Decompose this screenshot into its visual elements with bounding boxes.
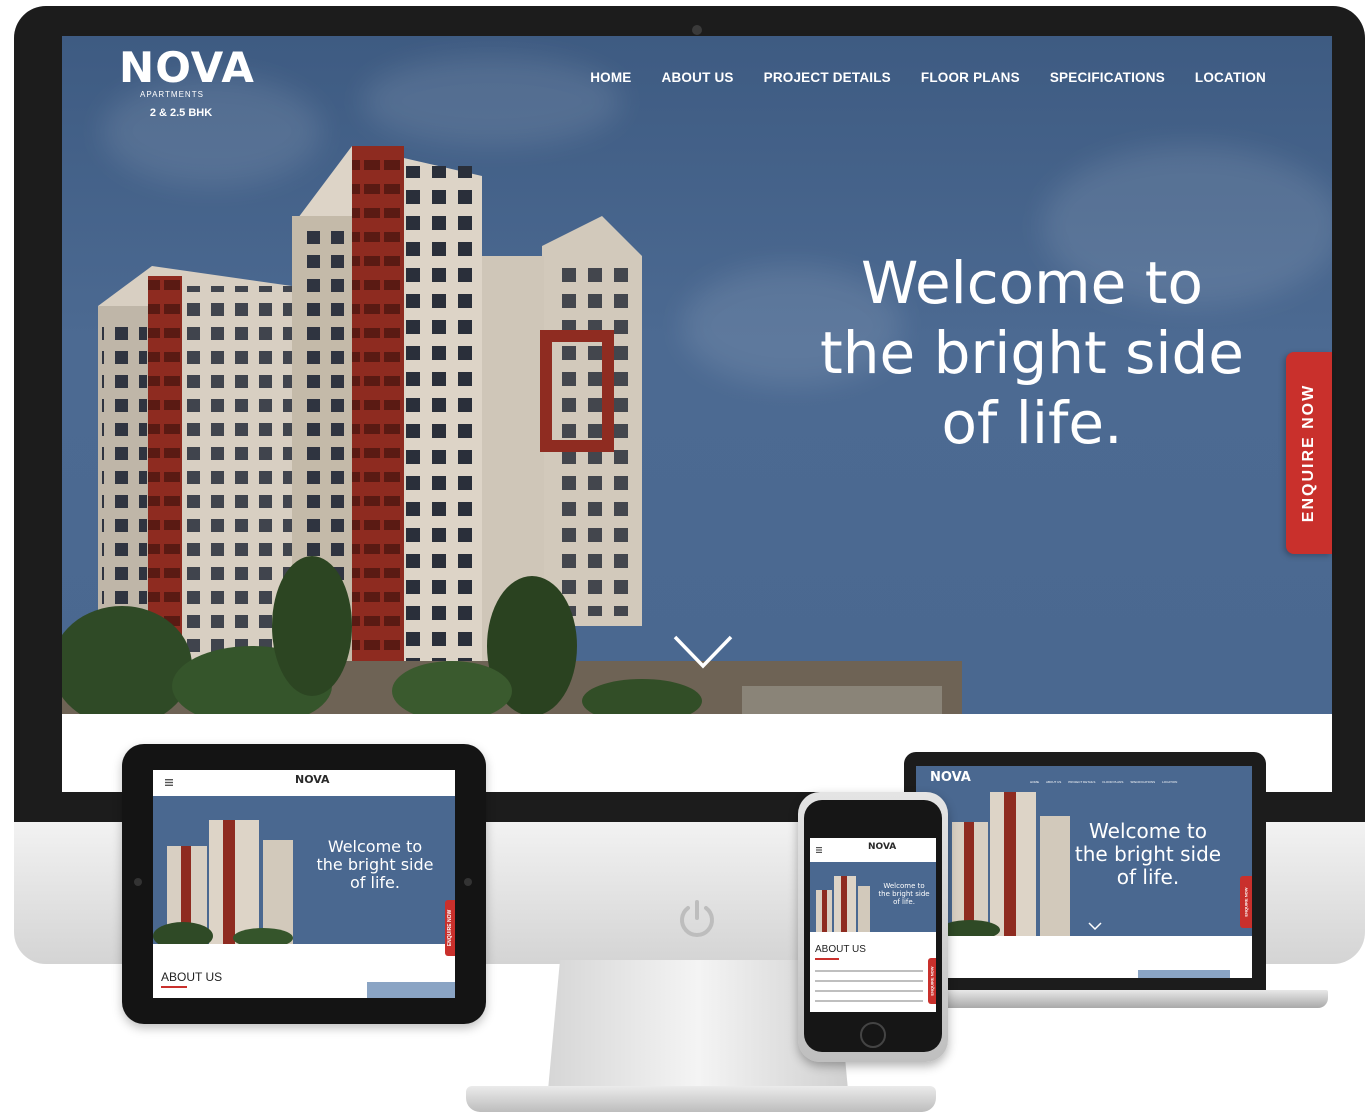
tablet-building-image — [153, 820, 293, 944]
hero-section: NOVA APARTMENTS 2 & 2.5 BHK HOME ABOUT U… — [62, 36, 1332, 714]
tablet-enquire-label: ENQUIRE NOW — [447, 909, 453, 947]
laptop-building-image — [946, 792, 1070, 936]
nav-floor-plans[interactable]: FLOOR PLANS — [921, 70, 1020, 85]
tablet-headline-1: Welcome to — [327, 837, 423, 856]
laptop-nav-floor[interactable]: FLOOR PLANS — [1102, 780, 1123, 784]
nav-specifications[interactable]: SPECIFICATIONS — [1050, 70, 1165, 85]
tablet-headline-2: the bright side — [316, 855, 434, 874]
desktop-screen: NOVA APARTMENTS 2 & 2.5 BHK HOME ABOUT U… — [62, 36, 1332, 792]
hamburger-menu-icon[interactable] — [165, 779, 173, 786]
headline-line-3: of life. — [941, 389, 1123, 457]
nav-home[interactable]: HOME — [590, 70, 631, 85]
tablet-about-underline — [161, 986, 187, 988]
phone-hero: Welcome to the bright side of life. — [810, 862, 936, 932]
chevron-down-icon[interactable] — [672, 634, 734, 670]
laptop-navigation: HOME ABOUT US PROJECT DETAILS FLOOR PLAN… — [1030, 780, 1177, 784]
phone-about-text-line — [815, 980, 923, 982]
phone-screen: NOVA Welcome to the bright side of life.… — [810, 838, 936, 1012]
laptop-hero: NOVA HOME ABOUT US PROJECT DETAILS FLOOR… — [916, 766, 1252, 936]
laptop-nav-project[interactable]: PROJECT DETAILS — [1068, 780, 1095, 784]
enquire-now-label: ENQUIRE NOW — [1300, 383, 1317, 523]
tablet-about-image — [367, 982, 455, 998]
tablet-camera-dot — [134, 878, 142, 886]
tablet-headline: Welcome to the bright side of life. — [309, 838, 441, 892]
laptop-headline-1: Welcome to — [1089, 819, 1207, 843]
phone-about-text-line — [815, 1000, 923, 1002]
power-icon — [680, 900, 714, 937]
phone-bezel: NOVA Welcome to the bright side of life.… — [804, 800, 942, 1052]
laptop-headline: Welcome to the bright side of life. — [1064, 820, 1232, 889]
nav-project-details[interactable]: PROJECT DETAILS — [764, 70, 891, 85]
laptop-screen: NOVA HOME ABOUT US PROJECT DETAILS FLOOR… — [916, 766, 1252, 978]
hero-headline: Welcome to the bright side of life. — [792, 248, 1272, 458]
camera-dot — [692, 25, 702, 35]
phone-header: NOVA — [810, 838, 936, 862]
laptop-nav-location[interactable]: LOCATION — [1162, 780, 1177, 784]
phone-headline: Welcome to the bright side of life. — [876, 882, 932, 906]
brand-tagline: 2 & 2.5 BHK — [149, 107, 213, 119]
tablet-about-heading: ABOUT US — [161, 970, 223, 984]
phone-building-image — [816, 876, 870, 932]
tablet-home-dot — [464, 878, 472, 886]
phone-headline-1: Welcome to — [883, 882, 925, 890]
phone-enquire-button[interactable]: ENQUIRE NOW — [928, 958, 936, 1004]
tablet-logo[interactable]: NOVA — [295, 773, 330, 786]
laptop-nav-specs[interactable]: SPECIFICATIONS — [1130, 780, 1155, 784]
tablet-device: NOVA Welcome to the bright side of life.… — [122, 744, 486, 1024]
brand-logo[interactable]: NOVA — [112, 46, 262, 90]
phone-about-text-line — [815, 970, 923, 972]
headline-line-1: Welcome to — [861, 249, 1203, 317]
laptop-enquire-label: ENQUIRE NOW — [1243, 887, 1249, 917]
phone-about-underline — [815, 958, 839, 960]
phone-device: NOVA Welcome to the bright side of life.… — [798, 792, 948, 1062]
phone-headline-3: of life. — [893, 898, 915, 906]
enquire-now-button[interactable]: ENQUIRE NOW — [1286, 352, 1332, 554]
phone-headline-2: the bright side — [878, 890, 930, 898]
phone-about-text-line — [815, 990, 923, 992]
laptop-chevron-down-icon[interactable] — [1088, 922, 1102, 930]
tablet-hero: Welcome to the bright side of life. — [153, 796, 455, 944]
laptop-enquire-button[interactable]: ENQUIRE NOW — [1240, 876, 1252, 928]
laptop-logo[interactable]: NOVA — [930, 770, 971, 785]
nav-location[interactable]: LOCATION — [1195, 70, 1266, 85]
laptop-headline-2: the bright side — [1074, 842, 1222, 866]
brand-block[interactable]: NOVA APARTMENTS 2 & 2.5 BHK — [112, 46, 262, 120]
monitor-stand-foot — [466, 1086, 936, 1112]
laptop-nav-about[interactable]: ABOUT US — [1046, 780, 1061, 784]
phone-hamburger-menu-icon[interactable] — [816, 847, 822, 853]
phone-enquire-label: ENQUIRE NOW — [929, 966, 935, 996]
phone-home-button[interactable] — [860, 1022, 886, 1048]
laptop-device: NOVA HOME ABOUT US PROJECT DETAILS FLOOR… — [904, 752, 1266, 992]
tablet-headline-3: of life. — [350, 873, 400, 892]
headline-line-2: the bright side — [820, 319, 1244, 387]
laptop-nav-home[interactable]: HOME — [1030, 780, 1039, 784]
phone-logo[interactable]: NOVA — [868, 842, 896, 852]
tablet-header: NOVA — [153, 770, 455, 796]
laptop-headline-3: of life. — [1116, 865, 1180, 889]
tablet-screen: NOVA Welcome to the bright side of life.… — [153, 770, 455, 998]
laptop-about-image — [1138, 970, 1230, 978]
tablet-enquire-button[interactable]: ENQUIRE NOW — [445, 900, 455, 956]
main-navigation: HOME ABOUT US PROJECT DETAILS FLOOR PLAN… — [590, 70, 1266, 85]
nav-about-us[interactable]: ABOUT US — [662, 70, 734, 85]
phone-about-heading: ABOUT US — [815, 944, 866, 955]
